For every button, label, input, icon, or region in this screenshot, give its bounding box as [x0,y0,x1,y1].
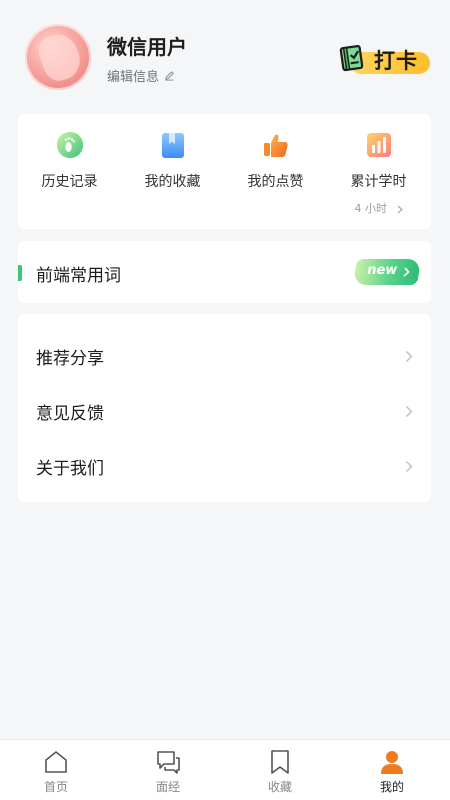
vocab-accent-bar [18,265,22,281]
user-icon [381,751,403,774]
pencil-icon [165,71,174,81]
stat-label: 我的收藏 [144,174,201,190]
tab-label: 首页 [43,780,68,794]
bookmark-book-icon [161,133,184,158]
edit-profile-label: 编辑信息 [107,70,160,85]
tab-favorites[interactable]: 收藏 [224,740,336,800]
menu-item-label: 意见反馈 [36,404,104,424]
menu-item-feedback[interactable]: 意见反馈 [18,384,431,439]
footprint-icon [56,132,83,158]
tab-interview[interactable]: 面经 [112,740,224,800]
tab-mine[interactable]: 我的 [336,740,448,800]
chevron-right-icon [406,406,413,417]
stat-study-hours[interactable]: 累计学时 4 小时 [327,114,430,229]
chevron-right-icon [406,351,413,362]
new-badge[interactable]: new [353,259,421,285]
chat-icon [157,751,180,774]
stat-history[interactable]: 历史记录 [18,114,121,229]
book-icon [339,45,364,72]
menu-item-label: 推荐分享 [36,349,104,369]
edit-profile-link[interactable]: 编辑信息 [107,66,175,85]
bar-chart-icon [366,133,391,157]
thumbs-up-icon [263,134,288,157]
profile-header: 微信用户 编辑信息 打卡 [0,0,450,110]
tab-label: 面经 [155,780,180,794]
chevron-right-icon [406,461,413,472]
stat-favorites[interactable]: 我的收藏 [121,114,224,229]
bookmark-icon [271,750,289,774]
checkin-button[interactable]: 打卡 [336,42,432,76]
stat-label: 历史记录 [41,174,98,190]
chevron-right-icon [403,267,410,277]
stat-label: 累计学时 [350,174,407,190]
new-badge-label: new [367,263,398,278]
tab-home[interactable]: 首页 [0,740,112,800]
vocab-title: 前端常用词 [36,266,121,286]
tab-label: 收藏 [267,780,292,794]
checkin-label: 打卡 [374,49,418,73]
bottom-tab-bar: 首页 面经 收藏 我的 [0,739,450,800]
vocab-card[interactable]: 前端常用词 new [18,241,431,303]
user-name: 微信用户 [107,35,187,59]
menu-item-about[interactable]: 关于我们 [18,439,431,494]
stat-likes[interactable]: 我的点赞 [224,114,327,229]
menu-item-share[interactable]: 推荐分享 [18,329,431,384]
menu-card: 推荐分享 意见反馈 关于我们 [18,314,431,502]
tab-label: 我的 [379,780,404,794]
study-hours-text: 4 小时 [354,202,388,215]
stat-label: 我的点赞 [247,174,304,190]
avatar[interactable] [25,24,91,90]
chevron-right-icon [397,205,403,213]
study-hours-value: 4 小时 [327,200,430,216]
menu-item-label: 关于我们 [36,459,104,479]
stats-card: 历史记录 我的收藏 我的点赞 累计学时 4 小时 [18,114,431,229]
home-icon [45,751,67,773]
